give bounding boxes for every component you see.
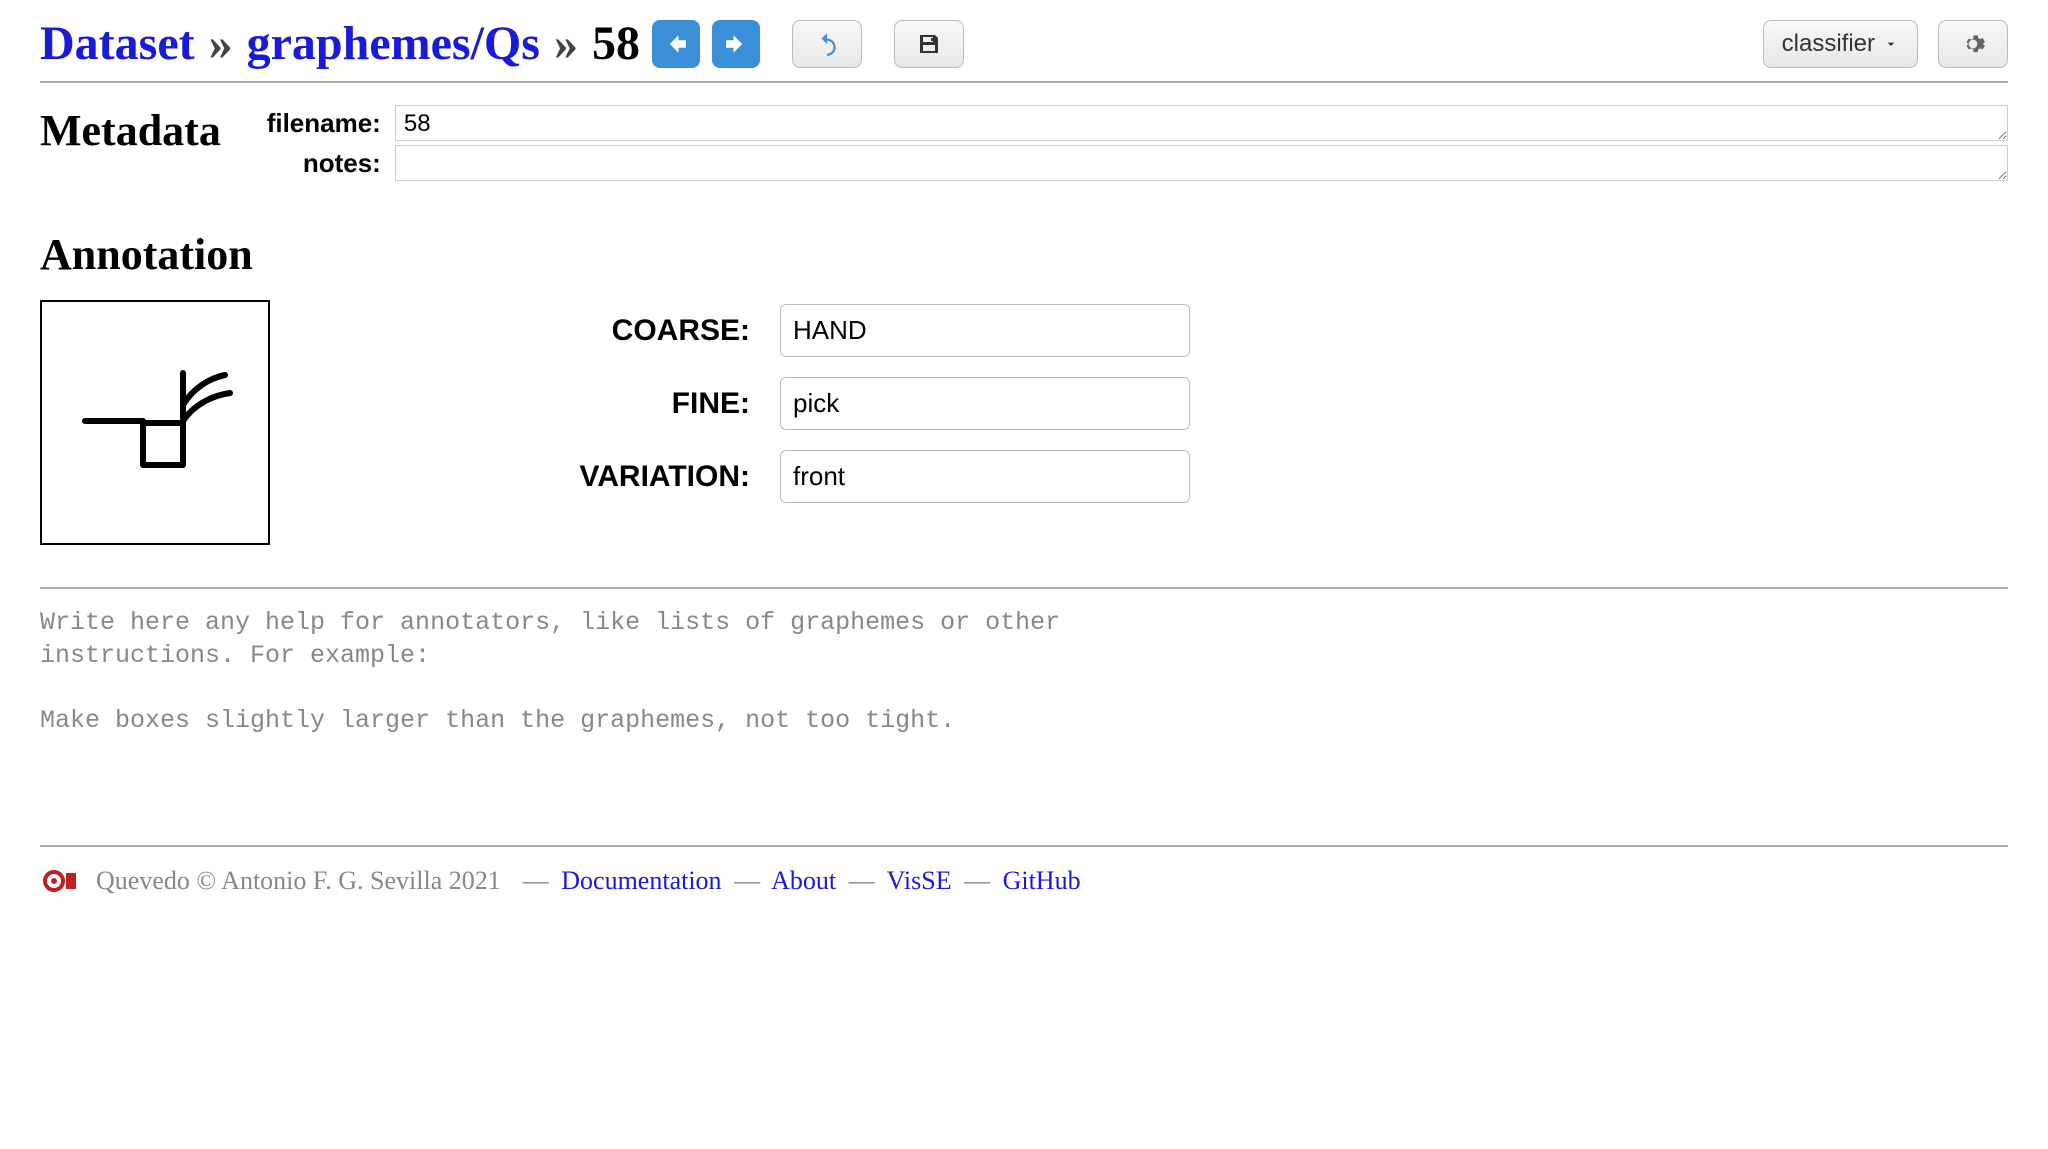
fine-label: FINE: (330, 387, 750, 421)
save-button[interactable] (894, 20, 964, 68)
footer-link-visse[interactable]: VisSE (887, 866, 952, 895)
arrow-left-icon (661, 29, 691, 59)
prev-button[interactable] (652, 20, 700, 68)
annotation-body: COARSE: FINE: VARIATION: (40, 300, 2008, 545)
grapheme-preview (40, 300, 270, 545)
header-left: Dataset » graphemes/Qs » 58 (40, 16, 964, 71)
footer-dash: — (849, 866, 875, 895)
variation-label: VARIATION: (330, 460, 750, 494)
footer-copyright: Quevedo © Antonio F. G. Sevilla 2021 (96, 866, 501, 896)
fine-input[interactable] (780, 377, 1190, 430)
footer-link-github[interactable]: GitHub (1003, 866, 1081, 895)
metadata-heading: Metadata (40, 105, 221, 156)
annotation-heading: Annotation (40, 229, 2008, 280)
undo-button[interactable] (792, 20, 862, 68)
grapheme-drawing (75, 343, 235, 503)
save-icon (917, 32, 941, 56)
breadcrumb-separator: » (209, 16, 233, 71)
annotation-fields: COARSE: FINE: VARIATION: (330, 304, 1190, 503)
metadata-row-filename: filename: 58 (251, 105, 2008, 141)
classifier-dropdown[interactable]: classifier (1763, 20, 1918, 68)
annotator-help-text: Write here any help for annotators, like… (40, 589, 2008, 755)
footer-link-about[interactable]: About (771, 866, 836, 895)
footer-link-documentation[interactable]: Documentation (561, 866, 721, 895)
footer-links: — Documentation — About — VisSE — GitHub (517, 866, 1081, 896)
chevron-down-icon (1883, 36, 1899, 52)
quevedo-logo-icon (40, 865, 80, 897)
undo-icon (814, 31, 840, 57)
breadcrumb: Dataset » graphemes/Qs » 58 (40, 16, 640, 71)
annotation-row-fine: FINE: (330, 377, 1190, 430)
next-button[interactable] (712, 20, 760, 68)
notes-label: notes: (251, 148, 381, 179)
coarse-label: COARSE: (330, 314, 750, 348)
header-right: classifier (1763, 20, 2008, 68)
gear-icon (1960, 31, 1986, 57)
breadcrumb-separator: » (554, 16, 578, 71)
footer-dash: — (734, 866, 760, 895)
annotation-row-coarse: COARSE: (330, 304, 1190, 357)
breadcrumb-path-link[interactable]: graphemes/Qs (247, 16, 540, 71)
footer-dash: — (964, 866, 990, 895)
metadata-section: Metadata filename: 58 notes: (40, 83, 2008, 181)
footer-dash: — (523, 866, 549, 895)
breadcrumb-root-link[interactable]: Dataset (40, 16, 195, 71)
breadcrumb-current: 58 (592, 16, 640, 71)
notes-input[interactable] (395, 145, 2008, 181)
footer: Quevedo © Antonio F. G. Sevilla 2021 — D… (40, 847, 2008, 915)
filename-label: filename: (251, 108, 381, 139)
header: Dataset » graphemes/Qs » 58 classifier (40, 0, 2008, 83)
metadata-fields: filename: 58 notes: (251, 105, 2008, 181)
variation-input[interactable] (780, 450, 1190, 503)
settings-button[interactable] (1938, 20, 2008, 68)
coarse-input[interactable] (780, 304, 1190, 357)
filename-input[interactable]: 58 (395, 105, 2008, 141)
metadata-row-notes: notes: (251, 145, 2008, 181)
annotation-row-variation: VARIATION: (330, 450, 1190, 503)
arrow-right-icon (721, 29, 751, 59)
classifier-label: classifier (1782, 30, 1875, 58)
